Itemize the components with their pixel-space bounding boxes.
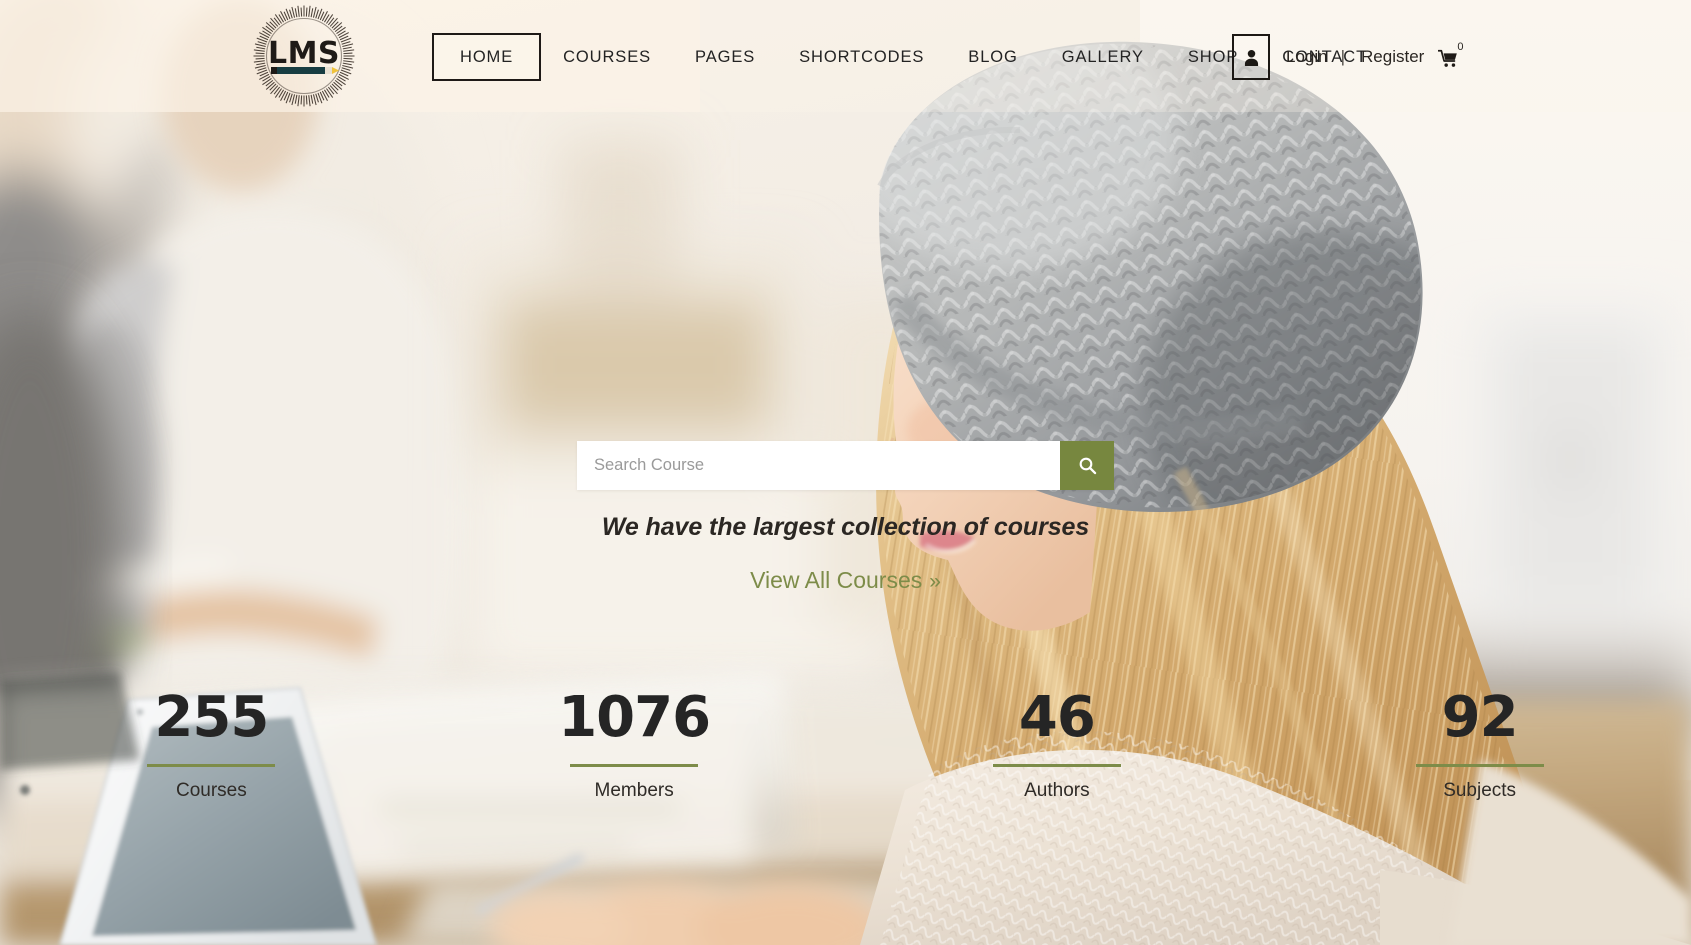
stat-value: 255 [154,685,269,750]
stat-label: Courses [176,780,247,801]
statistics-bar: 255 Courses 1076 Members 46 Authors 92 Subjects [0,690,1691,820]
nav-item-courses[interactable]: COURSES [541,33,673,81]
nav-item-home[interactable]: HOME [432,33,542,81]
stat-divider [570,764,699,767]
chevron-right-icon: » [929,570,941,593]
stat-authors: 46 Authors [846,690,1269,820]
stat-label: Members [594,780,674,801]
nav-item-gallery[interactable]: GALLERY [1040,33,1166,81]
stat-subjects: 92 Subjects [1268,690,1691,820]
search-icon [1079,457,1096,475]
hero-tagline: We have the largest collection of course… [601,513,1090,541]
register-link[interactable]: Register [1361,47,1424,67]
auth-separator: | [1340,47,1346,66]
cart-count-badge: 0 [1457,41,1464,53]
shopping-cart-icon [1438,49,1458,67]
nav-item-blog[interactable]: BLOG [946,33,1039,81]
stat-value: 92 [1441,685,1519,750]
account-area: Login | Register 0 [1232,34,1463,80]
stat-label: Subjects [1443,780,1517,801]
login-link[interactable]: Login [1286,47,1328,67]
stat-divider [992,764,1121,767]
logo-emblem-icon: LMS [253,5,355,107]
cart-button[interactable]: 0 [1438,42,1463,68]
course-search-form [577,441,1114,490]
stat-value: 1076 [558,685,711,750]
view-all-courses-label: View All Courses [750,567,923,593]
svg-text:LMS: LMS [268,36,340,71]
view-all-courses-link[interactable]: View All Courses » [750,567,941,593]
nav-item-pages[interactable]: PAGES [673,33,777,81]
user-account-button[interactable] [1232,34,1270,80]
stat-value: 46 [1018,685,1096,750]
stat-divider [1415,764,1544,767]
view-all-courses-wrap: View All Courses » [0,567,1691,594]
site-header: LMS HOME COURSES PAGES SHORTCODES BLOG GALLER… [0,0,1691,112]
site-logo[interactable]: LMS [249,1,359,111]
stat-divider [147,764,276,767]
user-icon [1244,49,1258,66]
stat-label: Authors [1024,780,1090,801]
nav-item-shortcodes[interactable]: SHORTCODES [777,33,946,81]
search-button[interactable] [1060,441,1114,490]
stat-courses: 255 Courses [0,690,423,820]
search-input[interactable] [577,441,1060,490]
stat-members: 1076 Members [423,690,846,820]
